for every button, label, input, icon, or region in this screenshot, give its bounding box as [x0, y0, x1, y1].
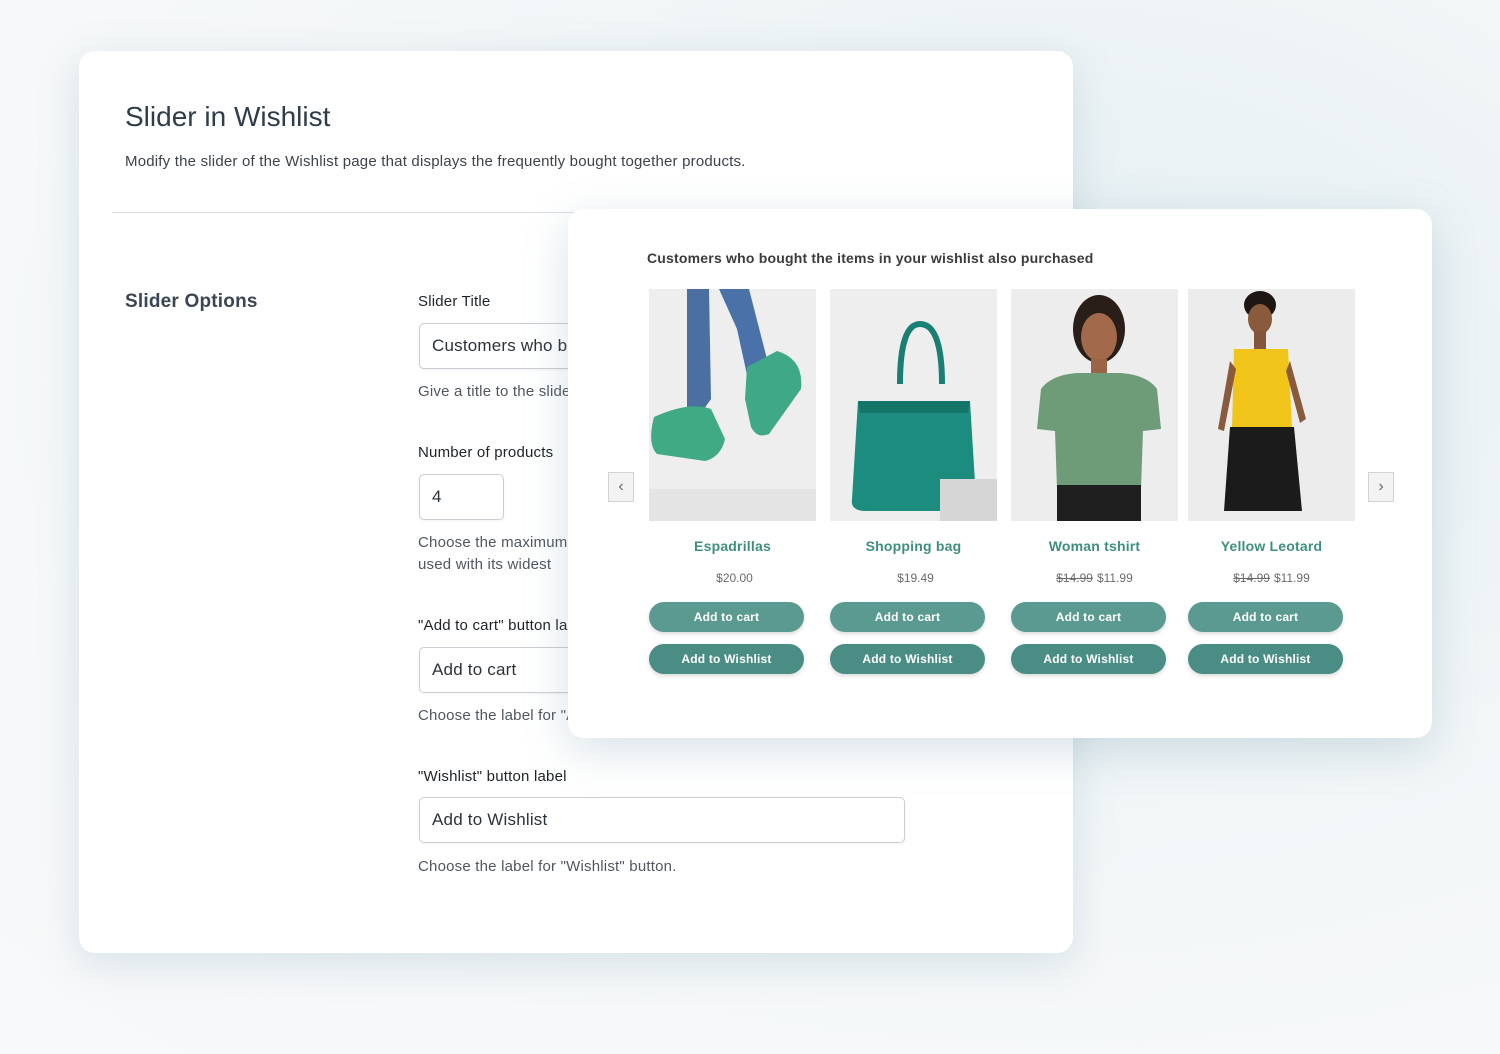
cart-label-label: "Add to cart" button label: [418, 617, 589, 634]
current-price: $11.99: [1096, 571, 1133, 585]
chevron-right-icon[interactable]: ›: [1368, 472, 1394, 502]
add-to-cart-button[interactable]: Add to cart: [1188, 602, 1343, 632]
add-to-wishlist-button[interactable]: Add to Wishlist: [1011, 644, 1166, 674]
add-to-cart-button[interactable]: Add to cart: [1011, 602, 1166, 632]
old-price: $14.99: [1233, 571, 1270, 585]
current-price: $19.49: [897, 571, 934, 585]
product-name[interactable]: Shopping bag: [830, 538, 997, 554]
product-price: $20.00: [649, 571, 816, 585]
add-to-wishlist-button[interactable]: Add to Wishlist: [1188, 644, 1343, 674]
product-price: $14.99 $11.99: [1011, 571, 1178, 585]
add-to-cart-button[interactable]: Add to cart: [649, 602, 804, 632]
product-image[interactable]: [830, 289, 997, 521]
page-title: Slider in Wishlist: [125, 101, 331, 132]
product-name[interactable]: Woman tshirt: [1011, 538, 1178, 554]
num-products-input[interactable]: 4: [419, 474, 504, 520]
product-card: Woman tshirt $14.99 $11.99 Add to cart Ad…: [1011, 289, 1178, 674]
product-image[interactable]: [1011, 289, 1178, 521]
num-products-help-line2: used with its widest: [418, 556, 552, 573]
num-products-label: Number of products: [418, 444, 554, 461]
wishlist-label-help: Choose the label for "Wishlist" button.: [418, 858, 677, 875]
page-description: Modify the slider of the Wishlist page t…: [125, 153, 746, 170]
product-name[interactable]: Yellow Leotard: [1188, 538, 1355, 554]
slider-preview: Customers who bought the items in your w…: [568, 209, 1432, 738]
slider-title: Customers who bought the items in your w…: [647, 250, 1094, 266]
current-price: $11.99: [1273, 571, 1310, 585]
wishlist-label-label: "Wishlist" button label: [418, 768, 567, 785]
product-card: Shopping bag $19.49 Add to cart Add to W…: [830, 289, 997, 674]
wishlist-label-input[interactable]: Add to Wishlist: [419, 797, 905, 843]
add-to-wishlist-button[interactable]: Add to Wishlist: [649, 644, 804, 674]
current-price: $20.00: [716, 571, 753, 585]
old-price: $14.99: [1056, 571, 1093, 585]
product-card: Espadrillas $20.00 Add to cart Add to Wi…: [649, 289, 816, 674]
chevron-left-icon[interactable]: ‹: [608, 472, 634, 502]
product-price: $19.49: [830, 571, 997, 585]
add-to-wishlist-button[interactable]: Add to Wishlist: [830, 644, 985, 674]
slider-title-label: Slider Title: [418, 293, 491, 310]
product-card: Yellow Leotard $14.99 $11.99 Add to cart …: [1188, 289, 1355, 674]
section-title: Slider Options: [125, 291, 258, 312]
product-price: $14.99 $11.99: [1188, 571, 1355, 585]
product-image[interactable]: [1188, 289, 1355, 521]
product-image[interactable]: [649, 289, 816, 521]
add-to-cart-button[interactable]: Add to cart: [830, 602, 985, 632]
slider-title-help: Give a title to the slider.: [418, 383, 580, 400]
product-name[interactable]: Espadrillas: [649, 538, 816, 554]
